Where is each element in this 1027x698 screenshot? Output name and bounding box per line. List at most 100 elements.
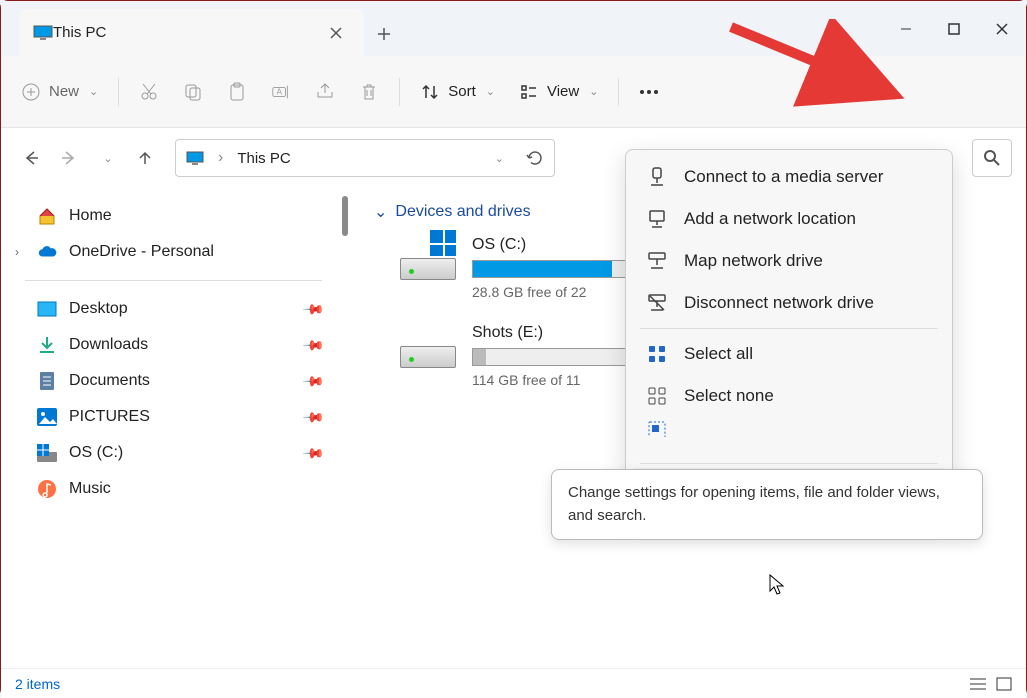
view-label: View <box>547 83 579 100</box>
network-location-icon <box>646 208 668 230</box>
sidebar-onedrive[interactable]: › OneDrive - Personal <box>7 234 340 270</box>
monitor-icon <box>33 23 53 43</box>
view-icon <box>519 82 539 102</box>
desktop-icon <box>37 299 57 319</box>
map-drive-icon <box>646 250 668 272</box>
navigation-pane: Home › OneDrive - Personal Desktop 📌 Dow… <box>1 188 346 668</box>
tab-title: This PC <box>53 24 322 41</box>
search-button[interactable] <box>972 139 1012 177</box>
music-icon <box>37 479 57 499</box>
details-view-button[interactable] <box>970 677 986 691</box>
copy-icon <box>183 82 203 102</box>
address-bar[interactable]: This PC ⌄ <box>175 139 555 177</box>
tab-this-pc[interactable]: This PC <box>19 9 364 56</box>
disconnect-drive-icon <box>646 292 668 314</box>
new-tab-button[interactable] <box>364 11 404 56</box>
sidebar-item-label: Desktop <box>69 300 128 318</box>
chevron-down-icon[interactable]: ⌄ <box>495 152 504 165</box>
sidebar-item-label: PICTURES <box>69 408 150 426</box>
toolbar: New ⌄ A Sort ⌄ View ⌄ <box>1 56 1026 128</box>
sidebar-item-label: Music <box>69 480 111 498</box>
menu-label: Add a network location <box>684 209 856 229</box>
forward-button[interactable] <box>53 142 85 174</box>
chevron-down-icon: ⌄ <box>589 85 598 98</box>
menu-add-network-location[interactable]: Add a network location <box>632 198 946 240</box>
menu-select-none[interactable]: Select none <box>632 375 946 417</box>
tiles-view-button[interactable] <box>996 677 1012 691</box>
cut-button[interactable] <box>127 76 171 108</box>
media-server-icon <box>646 166 668 188</box>
menu-label: Select all <box>684 344 753 364</box>
menu-separator <box>640 463 938 464</box>
share-icon <box>315 82 335 102</box>
select-none-icon <box>646 385 668 407</box>
properties-icon <box>646 437 668 454</box>
ellipsis-icon <box>639 82 659 102</box>
minimize-button[interactable] <box>882 1 930 56</box>
menu-invert-selection[interactable] <box>632 417 946 437</box>
sidebar-documents[interactable]: Documents 📌 <box>7 363 340 399</box>
chevron-down-icon: ⌄ <box>374 202 387 222</box>
new-button[interactable]: New ⌄ <box>9 76 110 108</box>
menu-map-network-drive[interactable]: Map network drive <box>632 240 946 282</box>
home-icon <box>37 206 57 226</box>
refresh-button[interactable] <box>526 149 544 167</box>
more-menu: Connect to a media server Add a network … <box>625 149 953 517</box>
view-button[interactable]: View ⌄ <box>507 76 610 108</box>
sidebar-pictures[interactable]: PICTURES 📌 <box>7 399 340 435</box>
menu-label: Disconnect network drive <box>684 293 874 313</box>
paste-button[interactable] <box>215 76 259 108</box>
breadcrumb-location[interactable]: This PC <box>237 150 290 167</box>
menu-select-all[interactable]: Select all <box>632 333 946 375</box>
close-button[interactable] <box>978 1 1026 56</box>
chevron-down-icon: ⌄ <box>89 85 98 98</box>
menu-properties[interactable]: Properties <box>632 437 946 459</box>
chevron-right-icon[interactable]: › <box>15 245 19 259</box>
sidebar-item-label: OneDrive - Personal <box>69 243 214 261</box>
cloud-icon <box>37 242 57 262</box>
rename-button[interactable]: A <box>259 76 303 108</box>
more-button[interactable] <box>627 76 671 108</box>
sidebar-home[interactable]: Home <box>7 198 340 234</box>
menu-connect-media-server[interactable]: Connect to a media server <box>632 156 946 198</box>
scrollbar-thumb[interactable] <box>342 196 348 236</box>
pin-icon: 📌 <box>301 369 325 393</box>
sidebar-music[interactable]: Music <box>7 471 340 507</box>
menu-disconnect-network-drive[interactable]: Disconnect network drive <box>632 282 946 324</box>
pin-icon: 📌 <box>301 333 325 357</box>
delete-button[interactable] <box>347 76 391 108</box>
share-button[interactable] <box>303 76 347 108</box>
capacity-bar <box>472 348 632 366</box>
item-count: 2 items <box>15 676 60 692</box>
pictures-icon <box>37 407 57 427</box>
menu-label: Select none <box>684 386 774 406</box>
pin-icon: 📌 <box>301 405 325 429</box>
scissors-icon <box>139 82 159 102</box>
menu-label: Connect to a media server <box>684 167 883 187</box>
maximize-button[interactable] <box>930 1 978 56</box>
drive-icon <box>37 443 57 463</box>
sidebar-item-label: Home <box>69 207 112 225</box>
sort-button[interactable]: Sort ⌄ <box>408 76 507 108</box>
search-icon <box>983 149 1001 167</box>
titlebar: This PC <box>1 1 1026 56</box>
copy-button[interactable] <box>171 76 215 108</box>
window-controls <box>882 1 1026 56</box>
tooltip-text: Change settings for opening items, file … <box>568 484 940 524</box>
sidebar-os-c[interactable]: OS (C:) 📌 <box>7 435 340 471</box>
svg-text:A: A <box>277 87 283 96</box>
invert-selection-icon <box>646 419 668 437</box>
sidebar-downloads[interactable]: Downloads 📌 <box>7 327 340 363</box>
menu-label: Map network drive <box>684 251 823 271</box>
back-button[interactable] <box>15 142 47 174</box>
pin-icon: 📌 <box>301 441 325 465</box>
up-button[interactable] <box>129 142 161 174</box>
tab-close-button[interactable] <box>322 23 350 43</box>
pin-icon: 📌 <box>301 297 325 321</box>
chevron-down-icon: ⌄ <box>103 152 112 165</box>
recent-button[interactable]: ⌄ <box>91 142 123 174</box>
breadcrumb-separator <box>214 149 227 167</box>
new-label: New <box>49 83 79 100</box>
menu-separator <box>640 328 938 329</box>
sidebar-desktop[interactable]: Desktop 📌 <box>7 291 340 327</box>
